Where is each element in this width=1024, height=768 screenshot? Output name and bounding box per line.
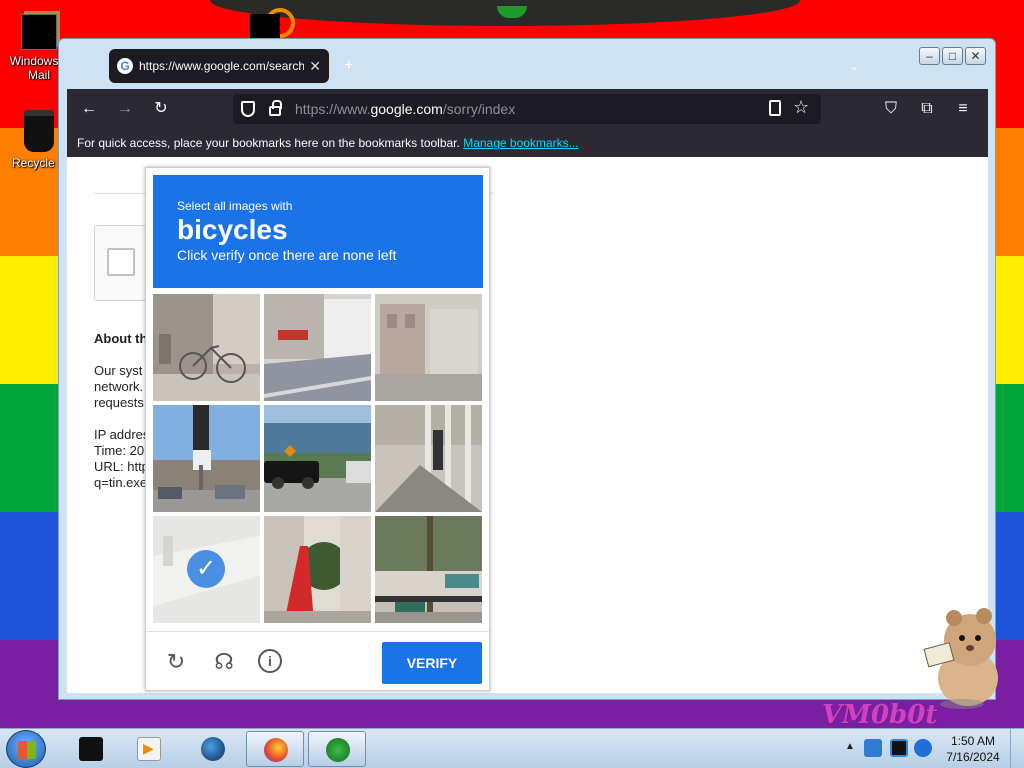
taskbar-app-firefox[interactable] [246,731,304,767]
globe-icon [201,737,225,761]
new-challenge-reload-icon[interactable]: ↻ [163,649,189,675]
challenge-instruction: Select all images with [177,199,293,213]
tile-image [375,294,482,401]
tile-image [264,516,371,623]
captcha-tile-7[interactable]: ✓ [153,516,260,623]
tile-image [153,294,260,401]
list-all-tabs-icon[interactable]: ⌄ [849,59,859,73]
back-arrow-icon[interactable]: ← [77,97,101,121]
window-close-button[interactable]: ✕ [965,47,986,65]
captcha-tile-4[interactable]: ✓ [153,405,260,512]
clock-date: 7/16/2024 [946,750,1000,764]
recaptcha-challenge-popup: Select all images with bicycles Click ve… [145,167,490,691]
media-player-icon [137,737,161,761]
new-tab-button[interactable]: + [344,57,353,75]
url-domain: google.com [370,101,443,117]
reload-icon[interactable]: ↻ [149,97,173,121]
bookmarks-toolbar: For quick access, place your bookmarks h… [67,129,988,157]
bookmarks-toolbar-message: For quick access, place your bookmarks h… [77,136,460,150]
bookmark-star-icon[interactable]: ☆ [793,97,809,118]
mail-icon [21,14,57,50]
hamburger-menu-icon[interactable]: ≡ [951,97,975,121]
google-favicon-icon: G [117,58,133,74]
captcha-tile-6[interactable]: ✓ [375,405,482,512]
navigation-toolbar: ← → ↻ https://www.google.com/sorry/index… [67,89,988,129]
download-manager-icon [326,738,350,762]
about-heading: About th [94,331,148,346]
recaptcha-checkbox[interactable] [107,248,135,276]
tile-image [264,294,371,401]
show-desktop-button[interactable] [1010,729,1024,768]
vmobot-watermark: VM0b0t [822,700,938,730]
extensions-puzzle-icon[interactable]: ⧉ [915,97,939,121]
tile-image [153,405,260,512]
tab-title: https://www.google.com/search?q=tin.exe [139,59,304,73]
captcha-tile-5[interactable]: ✓ [264,405,371,512]
terminal-icon [79,737,103,761]
tray-app-icon[interactable] [864,739,882,757]
tile-image [375,516,482,623]
url-text[interactable]: https://www.google.com/sorry/index [295,101,515,117]
clock-time: 1:50 AM [950,734,996,748]
captcha-tile-2[interactable]: ✓ [264,294,371,401]
challenge-header: Select all images with bicycles Click ve… [153,175,483,288]
maximize-button[interactable]: □ [942,47,963,65]
taskbar-app-download-manager[interactable] [308,731,366,767]
captcha-tile-9[interactable]: ✓ [375,516,482,623]
taskbar-app-globe[interactable] [184,731,242,767]
tray-volume-icon[interactable] [914,739,932,757]
tracking-protection-shield-icon[interactable] [241,101,255,117]
pocket-icon[interactable]: ⛉ [879,97,903,121]
tile-selected-check-icon: ✓ [187,550,225,588]
tile-image [264,405,371,512]
tab-close-icon[interactable]: ✕ [309,58,321,75]
reader-view-icon[interactable] [769,100,781,116]
hamster-sticker-image [923,608,998,709]
forward-arrow-icon[interactable]: → [113,97,137,121]
help-info-icon[interactable]: i [258,649,284,675]
challenge-footer: ↻ ☊ i VERIFY [146,631,489,690]
url-prefix: https://www. [295,101,371,117]
challenge-target-word: bicycles [177,214,288,245]
windows-taskbar: ▲ 1:50 AM 7/16/2024 [0,728,1024,768]
audio-challenge-headphones-icon[interactable]: ☊ [211,649,237,675]
lock-icon[interactable] [269,100,282,116]
verify-button[interactable]: VERIFY [382,642,482,684]
tile-image [375,405,482,512]
window-titlebar[interactable]: G https://www.google.com/search?q=tin.ex… [59,39,995,89]
recycle-bin-icon [24,110,54,152]
browser-tab[interactable]: G https://www.google.com/search?q=tin.ex… [109,49,329,83]
address-bar[interactable]: https://www.google.com/sorry/index ☆ [233,94,821,124]
captcha-tile-1[interactable]: ✓ [153,294,260,401]
start-button[interactable] [6,730,46,768]
challenge-subinstruction: Click verify once there are none left [177,247,397,263]
firefox-icon [264,738,288,762]
taskbar-app-media-player[interactable] [120,731,178,767]
show-hidden-icons-arrow-icon[interactable]: ▲ [845,741,855,752]
taskbar-app-terminal[interactable] [62,731,120,767]
minimize-button[interactable]: – [919,47,940,65]
captcha-tile-3[interactable]: ✓ [375,294,482,401]
challenge-image-grid: ✓ ✓ ✓ [153,294,483,624]
tray-network-icon[interactable] [890,739,908,757]
url-path: /sorry/index [442,101,516,117]
captcha-tile-8[interactable]: ✓ [264,516,371,623]
manage-bookmarks-link[interactable]: Manage bookmarks... [463,136,578,150]
taskbar-clock[interactable]: 1:50 AM 7/16/2024 [938,733,1008,765]
